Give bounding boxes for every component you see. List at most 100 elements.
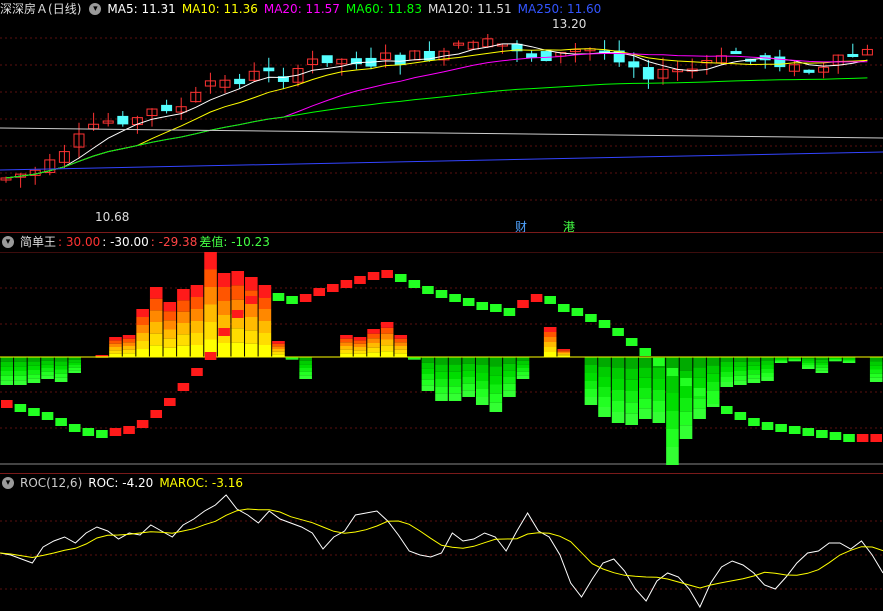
- indicator2-name[interactable]: ROC(12,6): [20, 474, 82, 492]
- histogram-segment: [815, 365, 829, 368]
- histogram-segment: [516, 364, 530, 368]
- histogram-segment: [41, 375, 54, 379]
- histogram-segment: [258, 345, 272, 357]
- signal-marker: [381, 270, 393, 278]
- signal-marker: [639, 348, 652, 356]
- histogram-segment: [435, 379, 448, 387]
- histogram-segment: [27, 374, 41, 379]
- histogram-segment: [435, 371, 448, 379]
- histogram-segment: [177, 345, 190, 357]
- histogram-segment: [747, 361, 761, 366]
- signal-marker: [313, 288, 326, 296]
- histogram-segment: [734, 380, 747, 385]
- histogram-segment: [177, 334, 190, 346]
- histogram-segment: [340, 342, 353, 346]
- histogram-segment: [435, 357, 448, 365]
- roc-chart[interactable]: [0, 493, 883, 611]
- histogram-segment: [41, 357, 54, 361]
- histogram-segment: [394, 342, 408, 346]
- signal-marker: [612, 328, 624, 336]
- histogram-segment: [245, 343, 258, 357]
- histogram-segment: [761, 361, 774, 365]
- histogram-segment: [27, 365, 41, 370]
- histogram-segment: [136, 309, 149, 317]
- histogram-segment: [299, 368, 312, 372]
- signal-marker: [585, 314, 597, 322]
- histogram-segment: [14, 357, 27, 362]
- histogram-segment: [638, 388, 652, 399]
- histogram-segment: [761, 369, 774, 373]
- histogram-segment: [747, 378, 761, 383]
- signal-marker: [123, 426, 135, 434]
- histogram-segment: [136, 341, 149, 349]
- histogram-segment: [720, 372, 734, 377]
- histogram-segment: [149, 345, 163, 357]
- signal-marker: [1, 400, 13, 408]
- candle-body: [321, 55, 333, 64]
- histogram-segment: [367, 333, 380, 339]
- histogram-segment: [679, 411, 693, 426]
- indicator1-chart[interactable]: [0, 252, 883, 472]
- histogram-segment: [666, 393, 679, 411]
- histogram-segment: [41, 371, 54, 376]
- signal-marker: [557, 304, 570, 312]
- histogram-segment: [435, 364, 448, 372]
- histogram-segment: [611, 357, 625, 368]
- histogram-segment: [462, 390, 475, 397]
- histogram-segment: [0, 371, 14, 376]
- signal-marker: [218, 328, 230, 336]
- indicator1-v3: : -29.38: [150, 235, 198, 249]
- histogram-segment: [163, 329, 177, 339]
- signal-marker: [367, 272, 380, 280]
- signal-marker: [231, 310, 244, 318]
- histogram-segment: [584, 381, 598, 389]
- histogram-segment: [666, 429, 679, 447]
- signal-marker: [598, 320, 611, 328]
- signal-marker: [530, 294, 543, 302]
- chevron-down-icon[interactable]: ▾: [2, 236, 14, 248]
- histogram-segment: [353, 337, 367, 341]
- chevron-down-icon[interactable]: ▾: [2, 477, 14, 489]
- histogram-segment: [543, 342, 557, 347]
- indicator1-name[interactable]: 简单王: [20, 233, 56, 251]
- histogram-segment: [245, 303, 258, 317]
- signal-marker: [354, 276, 366, 284]
- signal-marker: [327, 284, 339, 292]
- signal-marker: [788, 426, 801, 434]
- histogram-segment: [774, 359, 788, 360]
- histogram-segment: [761, 365, 774, 369]
- histogram-segment: [720, 377, 734, 382]
- histogram-segment: [177, 300, 190, 312]
- histogram-segment: [584, 373, 598, 381]
- histogram-segment: [258, 309, 272, 321]
- histogram-segment: [842, 358, 856, 359]
- signal-marker: [136, 420, 149, 428]
- histogram-segment: [611, 390, 625, 401]
- histogram-segment: [652, 379, 666, 390]
- histogram-segment: [394, 353, 408, 357]
- histogram-segment: [0, 366, 14, 371]
- signal-marker: [150, 410, 163, 418]
- histogram-segment: [299, 375, 312, 379]
- signal-marker: [761, 422, 774, 430]
- histogram-segment: [475, 381, 489, 389]
- histogram-segment: [136, 333, 149, 341]
- histogram-segment: [68, 367, 82, 371]
- histogram-segment: [774, 361, 788, 362]
- ma-line: [5, 48, 868, 179]
- signal-marker: [299, 294, 312, 302]
- high-price-label: 13.20: [552, 17, 587, 31]
- histogram-segment: [625, 402, 638, 414]
- histogram-segment: [245, 330, 258, 344]
- histogram-segment: [611, 401, 625, 412]
- histogram-segment: [231, 342, 245, 357]
- candlestick-chart[interactable]: [0, 0, 883, 232]
- histogram-segment: [774, 362, 788, 363]
- histogram-segment: [109, 340, 122, 344]
- histogram-segment: [448, 357, 462, 365]
- histogram-segment: [435, 393, 448, 401]
- signal-marker: [82, 428, 95, 436]
- histogram-segment: [68, 370, 82, 373]
- histogram-segment: [625, 413, 638, 425]
- histogram-segment: [557, 350, 571, 352]
